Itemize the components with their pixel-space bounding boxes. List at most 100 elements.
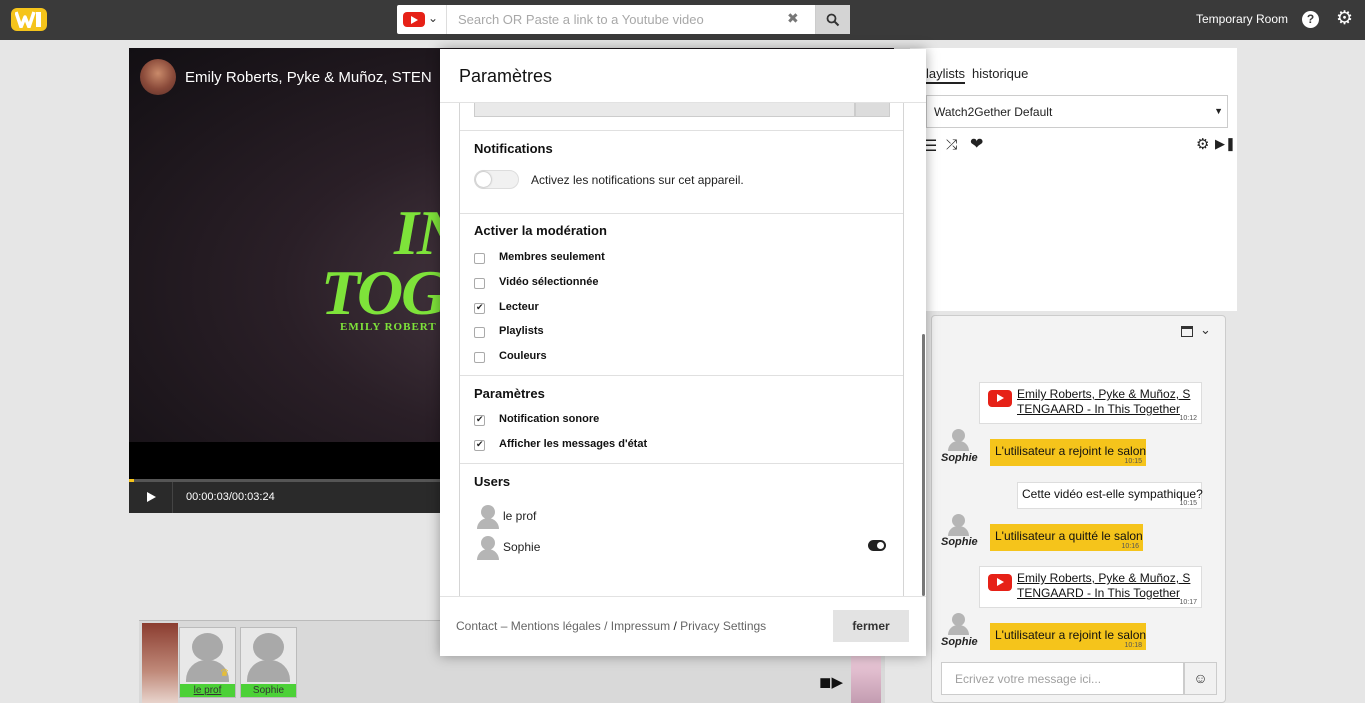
youtube-icon xyxy=(988,390,1012,407)
skip-next-icon[interactable]: ▶❚ xyxy=(1215,136,1236,152)
footer-links: Contact – Mentions légales / Impressum /… xyxy=(456,619,766,633)
playlist-panel: laylists historique Watch2Gether Default… xyxy=(910,48,1237,311)
search-input[interactable] xyxy=(447,5,767,34)
chat-username: Sophie xyxy=(941,636,978,648)
notifications-toggle[interactable] xyxy=(474,170,519,189)
video-title: Emily Roberts, Pyke & Muñoz, STEN xyxy=(185,69,432,86)
video-cover-text: EMILY ROBERT xyxy=(340,321,437,333)
notifications-heading: Notifications xyxy=(474,141,553,156)
avatar-body xyxy=(247,660,290,682)
checkbox-show-status[interactable] xyxy=(474,439,485,451)
checkbox-player[interactable] xyxy=(474,302,485,314)
modal-title: Paramètres xyxy=(459,66,553,86)
webcam-thumbnail[interactable] xyxy=(142,623,178,703)
avatar xyxy=(253,633,284,661)
divider xyxy=(460,463,903,464)
settings-heading: Paramètres xyxy=(474,386,545,401)
checkbox-label: Playlists xyxy=(499,325,544,337)
checkbox-label: Couleurs xyxy=(499,350,547,362)
tab-playlists[interactable]: laylists xyxy=(926,66,966,84)
message-time: 10:12 xyxy=(1179,415,1197,422)
checkbox-label: Notification sonore xyxy=(499,413,600,425)
emoji-icon[interactable]: ☺ xyxy=(1184,662,1217,695)
settings-box: Notifications Activez les notifications … xyxy=(459,103,904,596)
divider xyxy=(440,596,926,597)
color-field[interactable] xyxy=(474,103,855,117)
play-button[interactable] xyxy=(129,482,173,513)
user-tile-name: le prof xyxy=(180,684,235,697)
source-select[interactable]: ⌄ xyxy=(397,5,447,34)
chevron-down-icon[interactable]: ⌄ xyxy=(1200,322,1211,338)
checkbox-colors[interactable] xyxy=(474,352,485,363)
chevron-down-icon: ⌄ xyxy=(428,11,439,25)
message-time: 10:15 xyxy=(1179,500,1197,507)
top-bar: ⌄ ✖ Temporary Room ? ⚙ xyxy=(0,0,1365,40)
chat-username: Sophie xyxy=(941,536,978,548)
message-text: Cette vidéo est-elle sympathique? xyxy=(1022,487,1203,501)
privacy-settings-link[interactable]: Privacy Settings xyxy=(680,619,766,633)
message-time: 10:17 xyxy=(1179,599,1197,606)
checkbox-selected-video[interactable] xyxy=(474,278,485,289)
checkbox-label: Lecteur xyxy=(499,301,539,313)
user-name: le prof xyxy=(503,509,537,523)
user-tile[interactable]: ♛ le prof xyxy=(179,627,236,698)
footer-separator: / xyxy=(673,619,677,633)
contact-link[interactable]: Contact – Mentions légales / Impressum xyxy=(456,619,670,633)
moderation-heading: Activer la modération xyxy=(474,223,607,238)
search-icon xyxy=(826,13,840,27)
users-heading: Users xyxy=(474,474,511,489)
chat-status-message: L'utilisateur a rejoint le salon 10:18 xyxy=(990,623,1146,650)
search-button[interactable] xyxy=(815,5,850,34)
gear-icon[interactable]: ⚙ xyxy=(1336,9,1353,28)
close-button[interactable]: fermer xyxy=(833,610,909,642)
user-toggle[interactable] xyxy=(868,540,886,551)
camera-icon[interactable]: ◼▶ xyxy=(819,673,843,691)
dropdown-arrow-icon: ▼ xyxy=(1214,106,1223,116)
divider xyxy=(460,130,903,131)
message-time: 10:15 xyxy=(1124,458,1142,465)
user-tile[interactable]: Sophie xyxy=(240,627,297,698)
video-link[interactable]: Emily Roberts, Pyke & Muñoz, STENGAARD -… xyxy=(1017,387,1197,417)
chat-username: Sophie xyxy=(941,452,978,464)
status-text: L'utilisateur a quitté le salon xyxy=(995,529,1143,543)
message-time: 10:18 xyxy=(1124,642,1142,649)
video-cover-text: TOG xyxy=(321,257,447,328)
channel-avatar[interactable] xyxy=(140,59,176,95)
checkbox-playlists[interactable] xyxy=(474,327,485,338)
crown-icon: ♛ xyxy=(220,668,229,679)
heart-icon[interactable]: ❤ xyxy=(970,134,983,154)
time-display: 00:00:03/00:03:24 xyxy=(186,491,275,503)
app-logo[interactable] xyxy=(11,8,47,31)
user-tile-name: Sophie xyxy=(241,684,296,697)
chat-status-message: L'utilisateur a quitté le salon 10:16 xyxy=(990,524,1143,551)
scrollbar[interactable] xyxy=(922,334,925,596)
divider xyxy=(460,375,903,376)
chat-input[interactable] xyxy=(941,662,1184,695)
video-link[interactable]: Emily Roberts, Pyke & Muñoz, STENGAARD -… xyxy=(1017,571,1197,601)
clear-icon[interactable]: ✖ xyxy=(787,10,799,27)
checkbox-sound-notification[interactable] xyxy=(474,414,485,426)
chat-panel: ⌄ Emily Roberts, Pyke & Muñoz, STENGAARD… xyxy=(931,315,1226,703)
avatar xyxy=(476,536,500,560)
shuffle-icon[interactable]: ⤮ xyxy=(946,136,957,153)
tab-historique[interactable]: historique xyxy=(972,66,1028,81)
help-icon[interactable]: ? xyxy=(1302,11,1319,28)
youtube-icon xyxy=(988,574,1012,591)
message-time: 10:16 xyxy=(1121,543,1139,550)
avatar xyxy=(476,505,500,529)
modal-body[interactable]: Notifications Activez les notifications … xyxy=(440,103,926,596)
chat-message-video: Emily Roberts, Pyke & Muñoz, STENGAARD -… xyxy=(979,566,1202,608)
color-picker-button[interactable] xyxy=(855,103,890,117)
player-controls: 00:00:03/00:03:24 xyxy=(129,482,440,513)
checkbox-members-only[interactable] xyxy=(474,253,485,264)
avatar xyxy=(192,633,223,661)
avatar xyxy=(947,613,971,637)
room-name[interactable]: Temporary Room xyxy=(1196,12,1288,26)
chat-status-message: L'utilisateur a rejoint le salon 10:15 xyxy=(990,439,1146,466)
playlist-select[interactable]: Watch2Gether Default ▼ xyxy=(926,95,1228,128)
playlist-settings-icon[interactable]: ⚙ xyxy=(1196,135,1209,153)
chat-message: Cette vidéo est-elle sympathique? 10:15 xyxy=(1017,482,1203,509)
window-icon[interactable] xyxy=(1181,326,1193,337)
settings-modal: Paramètres Notifications Activez les not… xyxy=(440,49,926,656)
status-text: L'utilisateur a rejoint le salon xyxy=(995,628,1147,642)
